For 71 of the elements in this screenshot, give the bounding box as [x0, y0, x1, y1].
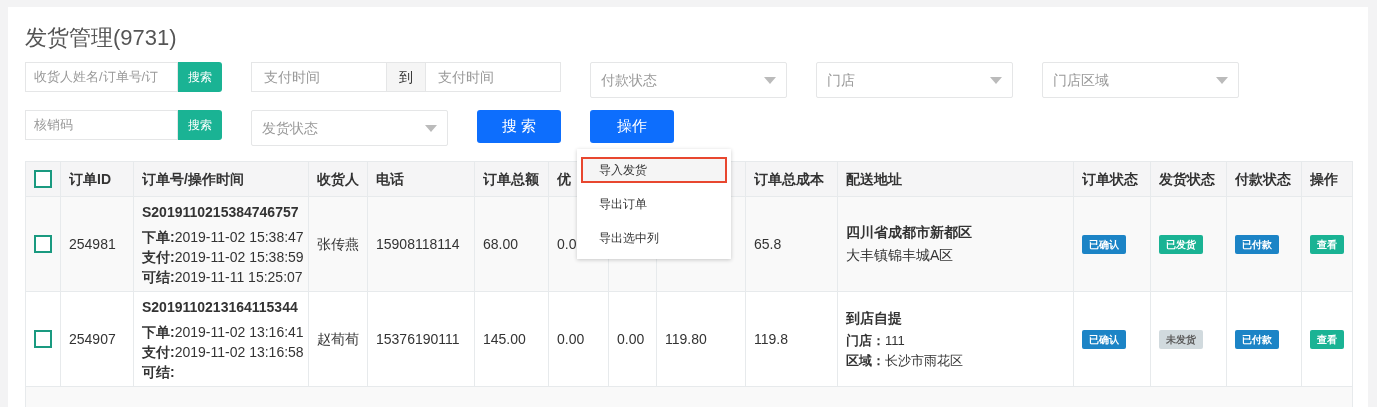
- address-heading: 四川省成都市新都区: [846, 223, 972, 242]
- checkbox[interactable]: [34, 170, 52, 188]
- caret-icon: [425, 124, 437, 132]
- column-header: 订单总额: [483, 169, 539, 189]
- table-cell-text: 赵荀荀: [317, 329, 359, 349]
- status-badge: 已付款: [1235, 329, 1279, 349]
- view-button[interactable]: 查看: [1310, 234, 1344, 254]
- menu-item[interactable]: 导出订单: [581, 191, 727, 217]
- search-button[interactable]: 搜索: [178, 110, 222, 140]
- table-cell-text: 15908118114: [376, 234, 460, 254]
- range-separator: 到: [387, 62, 425, 92]
- select-field[interactable]: 付款状态: [590, 62, 787, 98]
- search-button[interactable]: 搜索: [178, 62, 222, 92]
- order-number: S2019110213164115344: [142, 298, 298, 317]
- column-header: 订单ID: [69, 169, 111, 189]
- table-cell-text: 张传燕: [317, 234, 359, 254]
- order-time: 支付:2019-11-02 15:38:59: [142, 249, 304, 266]
- column-header: 订单号/操作时间: [142, 169, 244, 189]
- menu-item[interactable]: 导入发货: [581, 157, 727, 183]
- select-field[interactable]: 发货状态: [251, 110, 448, 146]
- column-header: 操作: [1310, 169, 1338, 189]
- table-cell-text: 119.8: [754, 329, 788, 349]
- address-line: 门店：111: [846, 331, 905, 350]
- order-time: 可结:2019-11-11 15:25:07: [142, 269, 303, 286]
- order-number: S2019110215384746757: [142, 203, 299, 222]
- table-cell-text: 15376190111: [376, 329, 460, 349]
- status-badge: 已确认: [1082, 329, 1126, 349]
- date-field[interactable]: 支付时间: [251, 62, 387, 92]
- table-cell-text: 254907: [69, 329, 116, 349]
- table-cell-text: 0.0: [557, 234, 577, 254]
- action-button[interactable]: 操作: [590, 110, 674, 143]
- table-cell-text: 0.00: [557, 329, 585, 349]
- action-button[interactable]: 搜 索: [477, 110, 561, 143]
- table-cell-text: 68.00: [483, 234, 519, 254]
- column-header: 配送地址: [846, 169, 902, 189]
- order-time: 下单:2019-11-02 15:38:47: [142, 229, 304, 246]
- date-field[interactable]: 支付时间: [425, 62, 561, 92]
- search-field[interactable]: 核销码: [25, 110, 178, 140]
- table-cell-text: 0.00: [617, 329, 645, 349]
- column-header: 收货人: [317, 169, 359, 189]
- order-time: 可结:: [142, 364, 175, 381]
- status-badge: 已发货: [1159, 234, 1203, 254]
- caret-icon: [764, 76, 776, 84]
- status-badge: 已确认: [1082, 234, 1126, 254]
- column-header: 订单总成本: [754, 169, 824, 189]
- address-line: 大丰镇锦丰城A区: [846, 246, 954, 265]
- search-field[interactable]: 收货人姓名/订单号/订: [25, 62, 178, 92]
- column-header: 付款状态: [1235, 169, 1291, 189]
- address-line: 区域：长沙市雨花区: [846, 351, 963, 370]
- column-header: 订单状态: [1082, 169, 1138, 189]
- caret-icon: [990, 76, 1002, 84]
- menu-item[interactable]: 导出选中列: [581, 225, 727, 251]
- column-header: 发货状态: [1159, 169, 1215, 189]
- table-cell-text: 254981: [69, 234, 116, 254]
- table-cell-text: 145.00: [483, 329, 526, 349]
- order-time: 下单:2019-11-02 13:16:41: [142, 324, 304, 341]
- checkbox[interactable]: [34, 235, 52, 253]
- select-field[interactable]: 门店区域: [1042, 62, 1239, 98]
- checkbox[interactable]: [34, 330, 52, 348]
- select-field[interactable]: 门店: [816, 62, 1013, 98]
- table-cell-text: 65.8: [754, 234, 782, 254]
- caret-icon: [1216, 76, 1228, 84]
- column-header: 电话: [376, 169, 404, 189]
- address-heading: 到店自提: [846, 308, 902, 328]
- status-badge: 未发货: [1159, 329, 1203, 349]
- status-badge: 已付款: [1235, 234, 1279, 254]
- order-time: 支付:2019-11-02 13:16:58: [142, 344, 304, 361]
- column-header: 优: [557, 169, 571, 189]
- table-cell-text: 119.80: [665, 329, 707, 349]
- page-title: 发货管理(9731): [25, 25, 177, 52]
- view-button[interactable]: 查看: [1310, 329, 1344, 349]
